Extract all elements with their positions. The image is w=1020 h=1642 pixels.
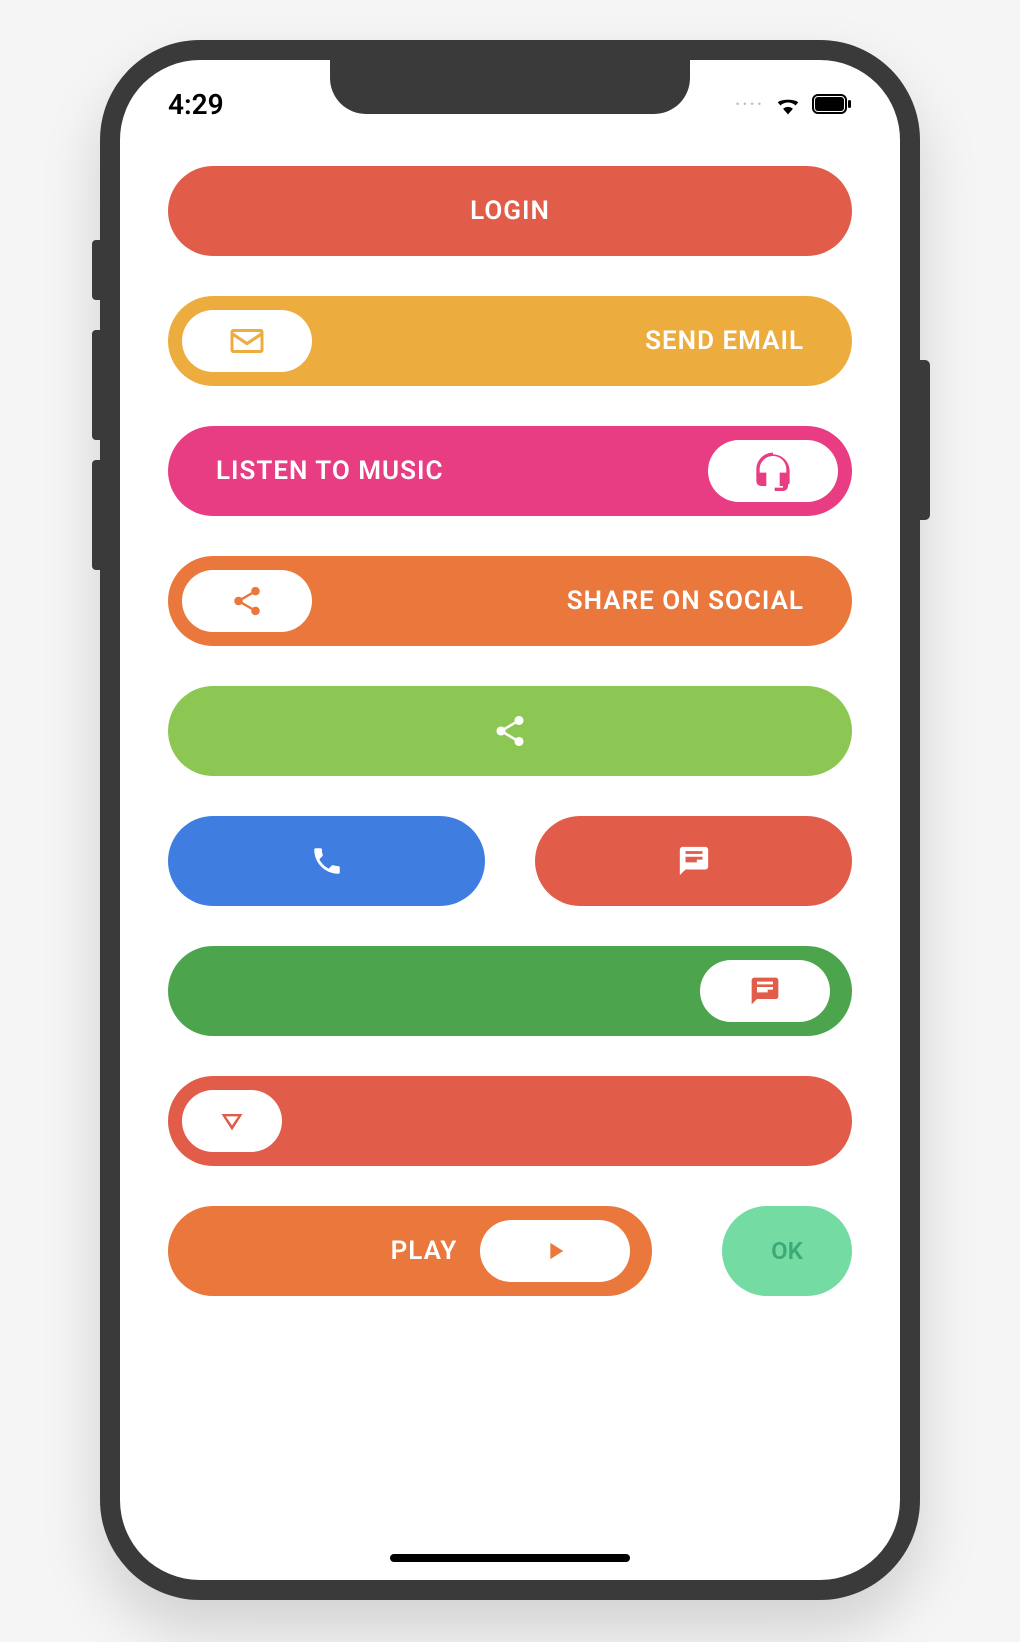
send-email-button[interactable]: SEND EMAIL [168,296,852,386]
battery-icon [812,94,852,114]
button-label: OK [771,1237,803,1265]
icon-pill [182,570,312,632]
icon-pill [480,1220,630,1282]
phone-frame: 4:29 ···· LOGIN S [100,40,920,1600]
wifi-icon [774,93,802,115]
status-indicators: ···· [735,93,852,115]
button-showcase: LOGIN SEND EMAIL LISTEN TO MUSIC [120,136,900,1356]
listen-music-button[interactable]: LISTEN TO MUSIC [168,426,852,516]
chat-pill-button[interactable] [168,946,852,1036]
button-label: SHARE ON SOCIAL [567,586,804,616]
button-label: LISTEN TO MUSIC [216,456,443,486]
notch [330,60,690,114]
icon-pill [708,440,838,502]
ok-button[interactable]: OK [722,1206,852,1296]
button-label: SEND EMAIL [645,326,804,356]
share-icon [492,713,528,749]
share-button[interactable] [168,686,852,776]
button-label: LOGIN [470,196,550,226]
call-button[interactable] [168,816,485,906]
phone-screen: 4:29 ···· LOGIN S [120,60,900,1580]
share-icon [230,584,264,618]
home-indicator [390,1554,630,1562]
cellular-dots-icon: ···· [735,94,764,115]
phone-icon [310,844,344,878]
share-social-button[interactable]: SHARE ON SOCIAL [168,556,852,646]
button-row: PLAY OK [168,1206,852,1296]
play-icon [541,1237,569,1265]
side-button [920,360,930,520]
triangle-down-icon [218,1107,246,1135]
button-row [168,816,852,906]
chat-icon [677,844,711,878]
button-label: PLAY [391,1236,458,1266]
icon-pill [182,310,312,372]
chat-button[interactable] [535,816,852,906]
headset-icon [753,451,793,491]
status-time: 4:29 [168,88,224,121]
details-button[interactable] [168,1076,852,1166]
login-button[interactable]: LOGIN [168,166,852,256]
play-button[interactable]: PLAY [168,1206,652,1296]
mail-icon [229,326,265,356]
icon-pill [182,1090,282,1152]
chat-icon [749,975,781,1007]
icon-pill [700,960,830,1022]
